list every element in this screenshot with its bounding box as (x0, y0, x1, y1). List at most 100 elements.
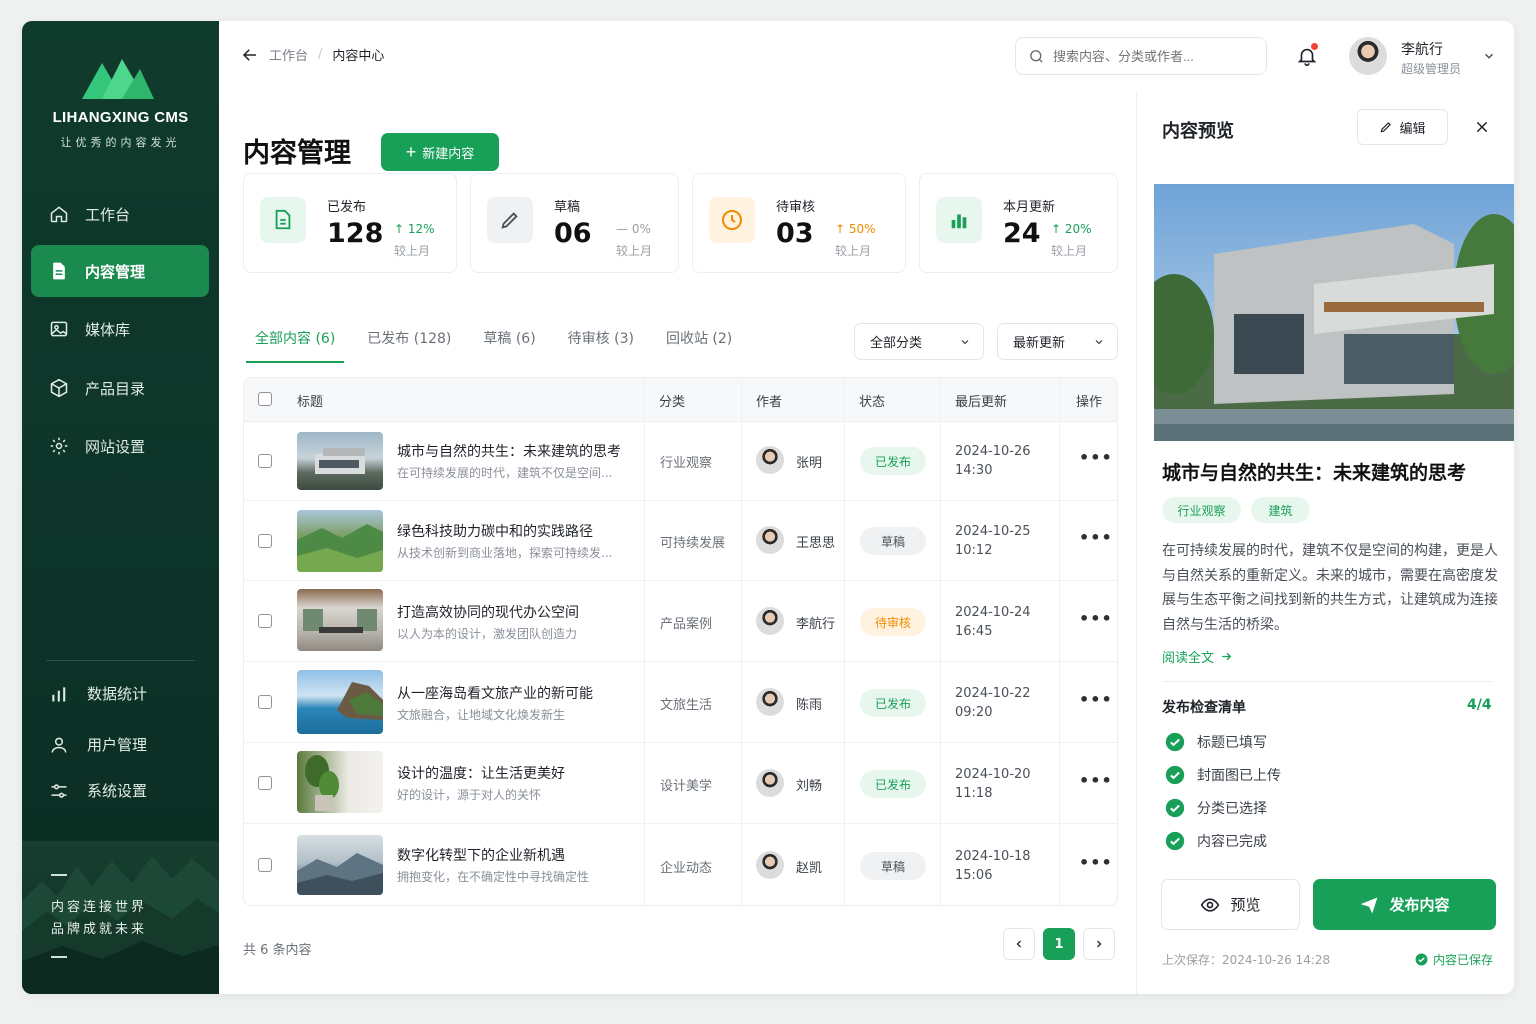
column-header: 状态 (859, 395, 886, 410)
table-row[interactable]: 设计的温度：让生活更美好 好的设计，源于对人的关怀 设计美学 刘畅 已发布 20… (244, 743, 1117, 824)
check-circle-icon (1165, 765, 1185, 785)
quote-dash (51, 874, 67, 876)
sidebar-item-site-settings[interactable]: 网站设置 (31, 420, 209, 472)
more-actions-icon[interactable]: ••• (1079, 853, 1113, 872)
category-filter-value: 全部分类 (870, 336, 923, 351)
publish-button[interactable]: 发布内容 (1313, 879, 1496, 930)
category-filter[interactable]: 全部分类 (854, 323, 984, 360)
sidebar-item-label: 产品目录 (85, 379, 146, 398)
user-name[interactable]: 李航行 (1401, 39, 1443, 59)
row-checkbox[interactable] (258, 614, 272, 628)
article-title[interactable]: 绿色科技助力碳中和的实践路径 (397, 521, 593, 541)
page-number-button[interactable]: 1 (1043, 928, 1075, 960)
tab-all[interactable]: 全部内容 (6) (243, 327, 347, 363)
status-badge: 待审核 (860, 608, 926, 636)
updated-time: 10:12 (955, 543, 993, 558)
checklist-label: 分类已选择 (1197, 801, 1267, 817)
article-title[interactable]: 设计的温度：让生活更美好 (397, 763, 565, 783)
sidebar-item-products[interactable]: 产品目录 (31, 362, 209, 414)
article-category: 行业观察 (660, 456, 713, 471)
stat-card-drafts[interactable]: 草稿 06 — 0% 较上月 (470, 173, 679, 273)
close-icon[interactable] (1474, 119, 1490, 135)
tab-pending[interactable]: 待审核 (3) (556, 327, 646, 363)
breadcrumb-item[interactable]: 工作台 (269, 45, 308, 64)
tab-drafts[interactable]: 草稿 (6) (471, 327, 547, 363)
tab-published[interactable]: 已发布 (128) (355, 327, 463, 363)
sidebar-item-users[interactable]: 用户管理 (49, 734, 147, 755)
updated-at: 2024-10-25 10:12 (955, 522, 1031, 560)
article-title[interactable]: 从一座海岛看文旅产业的新可能 (397, 683, 593, 703)
sidebar-item-content[interactable]: 内容管理 (31, 245, 209, 297)
sort-filter[interactable]: 最新更新 (997, 323, 1118, 360)
select-all-checkbox[interactable] (258, 392, 272, 406)
updated-date: 2024-10-18 (955, 849, 1031, 864)
updated-date: 2024-10-24 (955, 605, 1031, 620)
table-row[interactable]: 数字化转型下的企业新机遇 拥抱变化，在不确定性中寻找确定性 企业动态 赵凯 草稿… (244, 824, 1117, 905)
updated-at: 2024-10-26 14:30 (955, 442, 1031, 480)
table-row[interactable]: 打造高效协同的现代办公空间 以人为本的设计，激发团队创造力 产品案例 李航行 待… (244, 581, 1117, 662)
stat-card-pending[interactable]: 待审核 03 ↑ 50% 较上月 (692, 173, 906, 273)
row-checkbox[interactable] (258, 534, 272, 548)
stat-change: — 0% (616, 222, 651, 236)
back-arrow-icon[interactable] (241, 46, 259, 64)
read-more-link[interactable]: 阅读全文 (1162, 647, 1233, 666)
row-checkbox[interactable] (258, 858, 272, 872)
stat-value: 24 (1003, 218, 1041, 249)
search-icon (1030, 49, 1043, 63)
status-badge: 已发布 (860, 770, 926, 798)
author-avatar (756, 446, 784, 474)
next-page-button[interactable] (1083, 928, 1115, 960)
tag-chip[interactable]: 行业观察 (1162, 497, 1241, 523)
document-icon (260, 197, 306, 243)
article-category: 可持续发展 (660, 536, 726, 551)
more-actions-icon[interactable]: ••• (1079, 690, 1113, 709)
sidebar-item-statistics[interactable]: 数据统计 (49, 683, 147, 704)
stat-change: ↑ 20% (1051, 222, 1092, 236)
plus-icon: + (405, 142, 417, 162)
breadcrumb-current: 内容中心 (332, 49, 385, 64)
stat-card-monthly[interactable]: 本月更新 24 ↑ 20% 较上月 (919, 173, 1118, 273)
more-actions-icon[interactable]: ••• (1079, 609, 1113, 628)
user-avatar[interactable] (1349, 37, 1387, 75)
stat-card-published[interactable]: 已发布 128 ↑ 12% 较上月 (243, 173, 457, 273)
sidebar-item-label: 用户管理 (87, 736, 148, 754)
logo-icon (82, 59, 154, 99)
row-checkbox[interactable] (258, 776, 272, 790)
chevron-down-icon (1095, 339, 1103, 344)
search-input[interactable] (1053, 48, 1253, 64)
article-title[interactable]: 城市与自然的共生：未来建筑的思考 (397, 441, 621, 461)
sidebar-item-media[interactable]: 媒体库 (31, 303, 209, 355)
status-badge: 草稿 (860, 527, 926, 555)
sidebar-item-system-settings[interactable]: 系统设置 (49, 780, 147, 801)
tag-chip[interactable]: 建筑 (1251, 497, 1310, 523)
sidebar-divider (46, 660, 195, 661)
more-actions-icon[interactable]: ••• (1079, 771, 1113, 790)
chevron-right-icon (1097, 940, 1102, 948)
image-icon (50, 321, 68, 337)
preview-button[interactable]: 预览 (1161, 879, 1300, 930)
article-thumbnail (297, 432, 383, 490)
search-box[interactable] (1015, 37, 1267, 75)
table-row[interactable]: 城市与自然的共生：未来建筑的思考 在可持续发展的时代，建筑不仅是空间... 行业… (244, 422, 1117, 501)
quote-line: 品牌成就未来 (51, 922, 148, 937)
new-content-button[interactable]: + 新建内容 (381, 133, 499, 171)
divider (1162, 681, 1492, 682)
author-name: 赵凯 (796, 861, 823, 876)
tab-trash[interactable]: 回收站 (2) (654, 327, 744, 363)
stat-label: 草稿 (554, 200, 581, 215)
row-checkbox[interactable] (258, 695, 272, 709)
row-checkbox[interactable] (258, 454, 272, 468)
more-actions-icon[interactable]: ••• (1079, 448, 1113, 467)
table-row[interactable]: 从一座海岛看文旅产业的新可能 文旅融合，让地域文化焕发新生 文旅生活 陈雨 已发… (244, 662, 1117, 743)
article-title[interactable]: 打造高效协同的现代办公空间 (397, 602, 579, 622)
updated-at: 2024-10-18 15:06 (955, 847, 1031, 885)
sidebar-item-label: 内容管理 (85, 262, 146, 281)
chevron-down-icon[interactable] (1482, 49, 1496, 63)
edit-button[interactable]: 编辑 (1357, 109, 1448, 145)
prev-page-button[interactable] (1003, 928, 1035, 960)
article-title[interactable]: 数字化转型下的企业新机遇 (397, 845, 565, 865)
more-actions-icon[interactable]: ••• (1079, 528, 1113, 547)
sidebar-item-workbench[interactable]: 工作台 (31, 188, 209, 240)
table-row[interactable]: 绿色科技助力碳中和的实践路径 从技术创新到商业落地，探索可持续发... 可持续发… (244, 501, 1117, 581)
author-name: 刘畅 (796, 779, 823, 794)
